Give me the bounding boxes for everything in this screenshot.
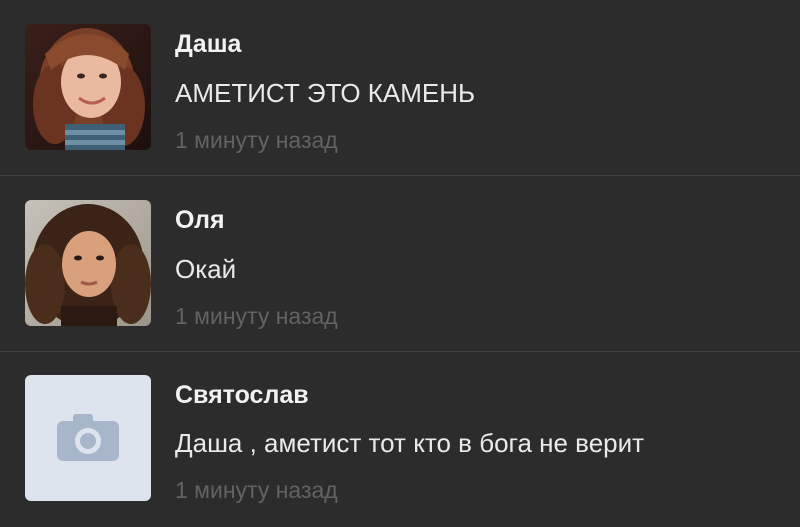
comment-author[interactable]: Даша: [175, 30, 241, 59]
comment-timestamp: 1 минуту назад: [175, 127, 338, 153]
avatar-placeholder[interactable]: [25, 375, 151, 501]
avatar[interactable]: [25, 24, 151, 150]
comment-text: Даша , аметист тот кто в бога не верит: [175, 428, 645, 458]
comment-text: АМЕТИСТ ЭТО КАМЕНЬ: [175, 78, 476, 108]
comment-item[interactable]: Оля Окай 1 минуту назад: [0, 176, 800, 351]
comment-author[interactable]: Святослав: [175, 381, 309, 410]
comment-timestamp: 1 минуту назад: [175, 477, 338, 503]
comment-text: Окай: [175, 254, 237, 284]
avatar[interactable]: [25, 200, 151, 326]
comment-author[interactable]: Оля: [175, 206, 225, 235]
comment-timestamp: 1 минуту назад: [175, 303, 338, 329]
user-photo-avatar: [25, 200, 151, 326]
camera-icon: [25, 375, 151, 501]
comment-item[interactable]: Святослав Даша , аметист тот кто в бога …: [0, 352, 800, 527]
comment-list: Даша АМЕТИСТ ЭТО КАМЕНЬ 1 минуту назад О…: [0, 0, 800, 517]
comment-item[interactable]: Даша АМЕТИСТ ЭТО КАМЕНЬ 1 минуту назад: [0, 0, 800, 175]
user-photo-avatar: [25, 24, 151, 150]
